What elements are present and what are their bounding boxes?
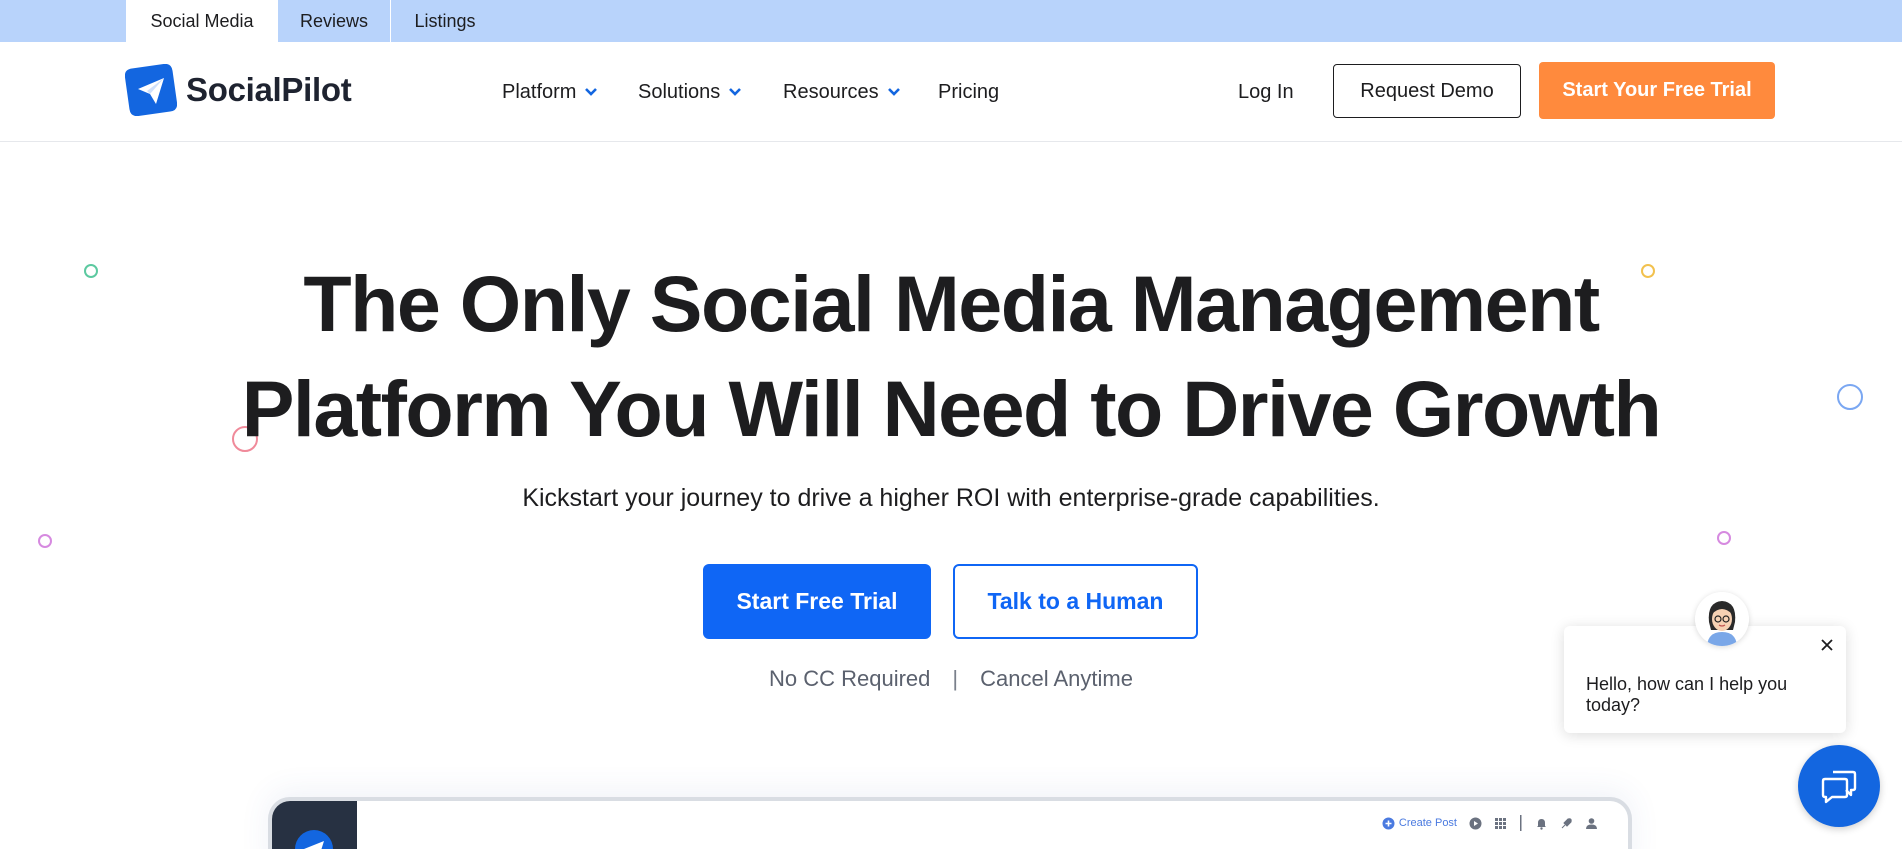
product-switcher-bar: Social Media Reviews Listings	[0, 0, 1902, 42]
notes-separator: |	[952, 666, 959, 691]
chevron-down-icon	[729, 88, 742, 96]
create-post-label: Create Post	[1398, 817, 1457, 829]
chat-greeting-bubble[interactable]: Hello, how can I help you today?	[1564, 626, 1846, 733]
close-icon[interactable]	[1816, 634, 1838, 656]
user-icon	[1586, 817, 1597, 829]
hero-title-line-1: The Only Social Media Management	[303, 259, 1600, 348]
preview-sidebar	[272, 801, 357, 849]
no-cc-note: No CC Required	[769, 666, 931, 691]
brand-logo[interactable]: SocialPilot	[125, 64, 352, 116]
bell-icon	[1537, 818, 1546, 830]
toolbar-divider	[1520, 815, 1522, 831]
decorative-circle	[38, 534, 52, 548]
nav-resources[interactable]: Resources	[783, 42, 901, 142]
chevron-down-icon	[887, 88, 900, 96]
tab-reviews[interactable]: Reviews	[278, 0, 391, 42]
nav-platform-label: Platform	[502, 80, 577, 103]
nav-solutions-label: Solutions	[638, 80, 721, 103]
tab-listings[interactable]: Listings	[391, 0, 499, 42]
chat-agent-avatar	[1695, 592, 1749, 646]
create-post-shortcut: Create Post	[1382, 817, 1457, 830]
agent-avatar-icon	[1695, 592, 1749, 646]
decorative-circle	[1717, 531, 1731, 545]
chat-greeting-text: Hello, how can I help you today?	[1586, 674, 1788, 715]
chevron-down-icon	[585, 88, 598, 96]
hero-subtitle: Kickstart your journey to drive a higher…	[522, 484, 1380, 512]
paper-plane-icon	[295, 830, 333, 849]
nav-resources-label: Resources	[783, 80, 879, 103]
brand-name: SocialPilot	[186, 71, 352, 108]
preview-toolbar: Create Post	[1382, 815, 1598, 831]
plus-circle-icon	[1382, 817, 1395, 829]
dashboard-preview: Create Post	[268, 797, 1632, 849]
rocket-icon	[1561, 817, 1572, 828]
hero-title-line-2: Platform You Will Need to Drive Growth	[241, 364, 1662, 453]
request-demo-button[interactable]: Request Demo	[1333, 64, 1521, 118]
nav-pricing[interactable]: Pricing	[938, 42, 999, 142]
play-icon	[1469, 817, 1482, 829]
login-link[interactable]: Log In	[1238, 42, 1294, 142]
cancel-anytime-note: Cancel Anytime	[980, 666, 1133, 691]
start-free-trial-header-button[interactable]: Start Your Free Trial	[1539, 62, 1775, 119]
tab-social-media[interactable]: Social Media	[126, 0, 278, 42]
start-free-trial-button[interactable]: Start Free Trial	[703, 564, 931, 639]
nav-platform[interactable]: Platform	[502, 42, 598, 142]
chat-launcher-button[interactable]	[1798, 745, 1880, 827]
nav-pricing-label: Pricing	[938, 80, 1000, 103]
talk-to-human-button[interactable]: Talk to a Human	[953, 564, 1198, 639]
nav-solutions[interactable]: Solutions	[638, 42, 742, 142]
chat-bubbles-icon	[1821, 770, 1857, 804]
paper-plane-icon	[125, 64, 177, 116]
site-header: SocialPilot Platform Solutions Resources…	[0, 42, 1902, 142]
grid-icon	[1495, 817, 1506, 829]
